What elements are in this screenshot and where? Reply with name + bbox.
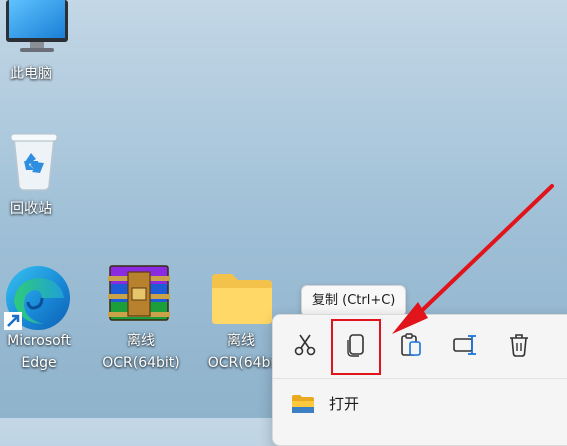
trash-icon [510, 334, 528, 357]
context-menu-action-bar [273, 315, 567, 377]
recycle-bin-icon [10, 133, 58, 191]
context-menu: 打开 [272, 314, 567, 446]
desktop-icon-label: Microsoft Edge [7, 333, 71, 371]
desktop-icon-edge[interactable]: Microsoft Edge [0, 262, 82, 382]
winrar-archive-icon [108, 265, 170, 321]
rename-button[interactable] [447, 327, 483, 363]
cut-button[interactable] [287, 327, 323, 363]
desktop-icon-label: 此电脑 [10, 66, 52, 82]
desktop-icon-label: 回收站 [10, 201, 52, 217]
rename-icon [453, 335, 476, 355]
paste-icon [401, 333, 421, 356]
scissors-icon [294, 334, 316, 356]
copy-button-highlight [331, 319, 381, 375]
computer-monitor-icon [6, 0, 68, 52]
paste-button[interactable] [393, 327, 429, 363]
menu-item-open[interactable]: 打开 [273, 387, 567, 421]
desktop-icon-this-pc[interactable]: 此电脑 [0, 0, 100, 92]
edge-browser-icon [4, 266, 70, 330]
desktop-icon-ocr-folder[interactable]: 离线 OCR(64bi [196, 262, 284, 382]
desktop-icon-label: 离线 OCR(64bit) [102, 333, 180, 371]
menu-separator [273, 378, 567, 379]
delete-button[interactable] [501, 327, 537, 363]
copy-tooltip: 复制 (Ctrl+C) [301, 285, 407, 317]
folder-open-icon [291, 393, 315, 419]
menu-item-label: 打开 [329, 395, 360, 413]
desktop-icon-ocr-archive[interactable]: 离线 OCR(64bit) [96, 262, 188, 382]
folder-icon [212, 274, 272, 324]
desktop-icon-recycle-bin[interactable]: 回收站 [0, 128, 100, 228]
